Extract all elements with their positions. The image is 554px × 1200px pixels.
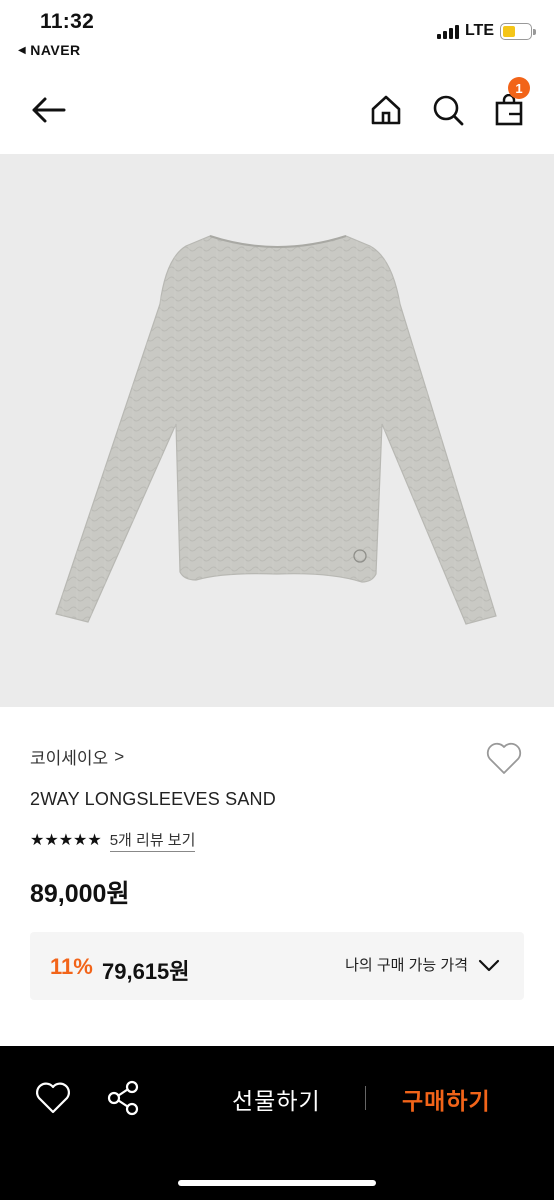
top-navigation [0, 76, 554, 146]
gift-button[interactable]: 선물하기 [232, 1082, 321, 1116]
back-app-label: NAVER [30, 42, 81, 58]
share-icon [107, 1080, 139, 1116]
home-icon [371, 95, 401, 125]
back-button[interactable] [26, 88, 70, 132]
brand-link[interactable]: 코이세이오 > [30, 744, 124, 769]
arrow-left-icon [32, 97, 66, 123]
chevron-right-icon: > [114, 746, 125, 766]
brand-name: 코이세이오 [30, 749, 109, 768]
buy-button[interactable]: 구매하기 [402, 1082, 491, 1116]
longsleeve-top-image [55, 235, 497, 625]
wishlist-button[interactable] [484, 738, 524, 778]
back-to-app-link[interactable]: ◀ NAVER [18, 42, 81, 58]
signal-icon [436, 23, 459, 39]
status-bar: 11:32 ◀ NAVER LTE [0, 0, 554, 70]
review-link[interactable]: 5개 리뷰 보기 [109, 829, 196, 852]
rating-stars: ★★★★★ [30, 831, 102, 849]
discount-price-box[interactable]: 11% 79,615원 나의 구매 가능 가격 [30, 932, 524, 1000]
bottom-action-bar: 선물하기 구매하기 [0, 1046, 554, 1200]
my-price-toggle[interactable]: 나의 구매 가능 가격 [345, 954, 500, 975]
status-indicators: LTE [436, 22, 536, 40]
discount-rate: 11% [50, 954, 93, 979]
heart-icon [36, 1082, 70, 1114]
product-price: 89,000원 [30, 880, 130, 908]
my-price-label: 나의 구매 가능 가격 [345, 957, 468, 974]
button-divider [365, 1086, 366, 1110]
star-icons: ★★★★★ [30, 831, 102, 849]
status-time: 11:32 [40, 10, 95, 33]
share-button[interactable] [104, 1078, 144, 1118]
bottom-wishlist-button[interactable] [34, 1080, 72, 1116]
chevron-down-icon [478, 959, 500, 971]
battery-level-fill [503, 25, 515, 37]
home-indicator [178, 1180, 376, 1186]
battery-icon [500, 22, 536, 40]
network-label: LTE [464, 22, 494, 39]
heart-icon [486, 742, 522, 774]
product-image[interactable] [0, 154, 554, 707]
search-button[interactable] [426, 88, 470, 132]
rating-row: ★★★★★ 5개 리뷰 보기 [30, 829, 196, 852]
cart-count-badge: 1 [508, 77, 530, 99]
discount-price: 79,615원 [102, 959, 190, 984]
product-name: 2WAY LONGSLEEVES SAND [30, 789, 276, 809]
search-icon [433, 95, 464, 126]
back-triangle-icon: ◀ [18, 44, 27, 56]
home-button[interactable] [364, 88, 408, 132]
